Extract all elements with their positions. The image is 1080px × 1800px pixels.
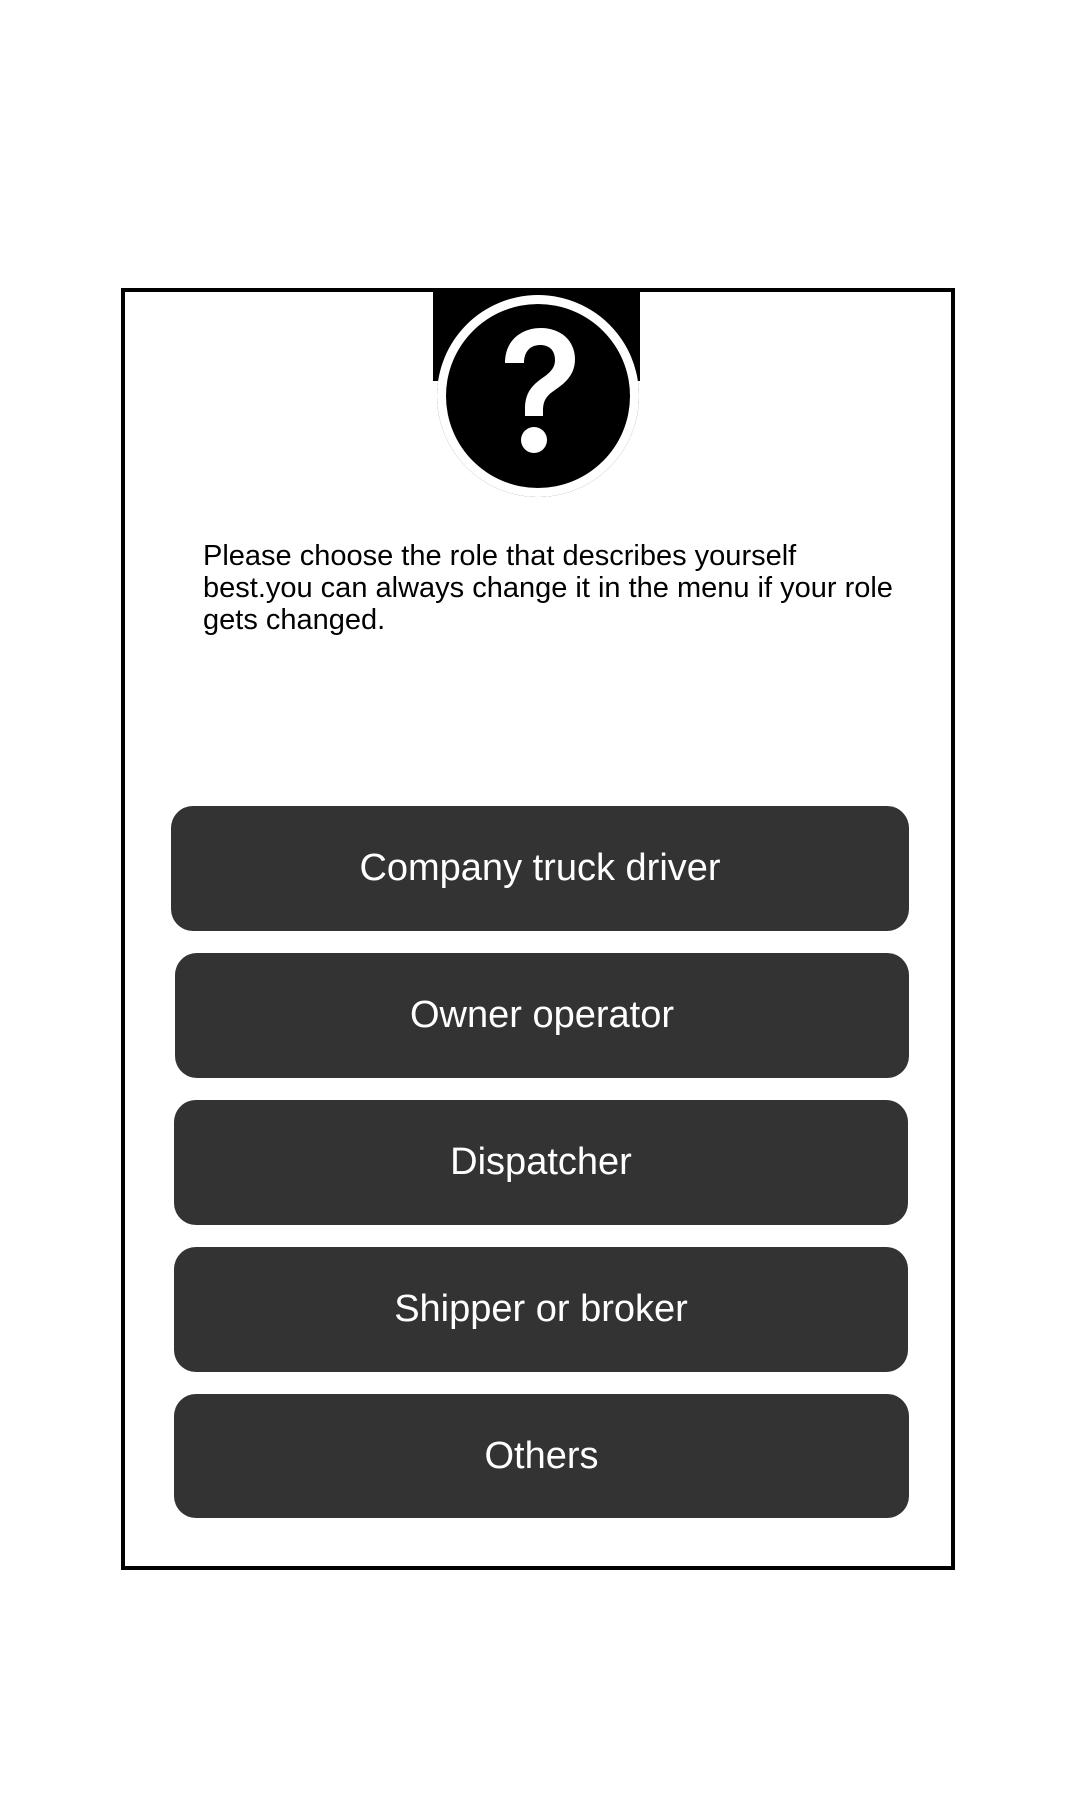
role-instruction-text: Please choose the role that describes yo… [203,540,893,636]
role-button-owner-operator[interactable]: Owner operator [175,953,909,1078]
role-button-others[interactable]: Others [174,1394,909,1518]
question-mark-icon [437,295,639,497]
role-button-company-truck-driver[interactable]: Company truck driver [171,806,909,931]
role-button-dispatcher[interactable]: Dispatcher [174,1100,908,1225]
role-button-shipper-or-broker[interactable]: Shipper or broker [174,1247,908,1372]
